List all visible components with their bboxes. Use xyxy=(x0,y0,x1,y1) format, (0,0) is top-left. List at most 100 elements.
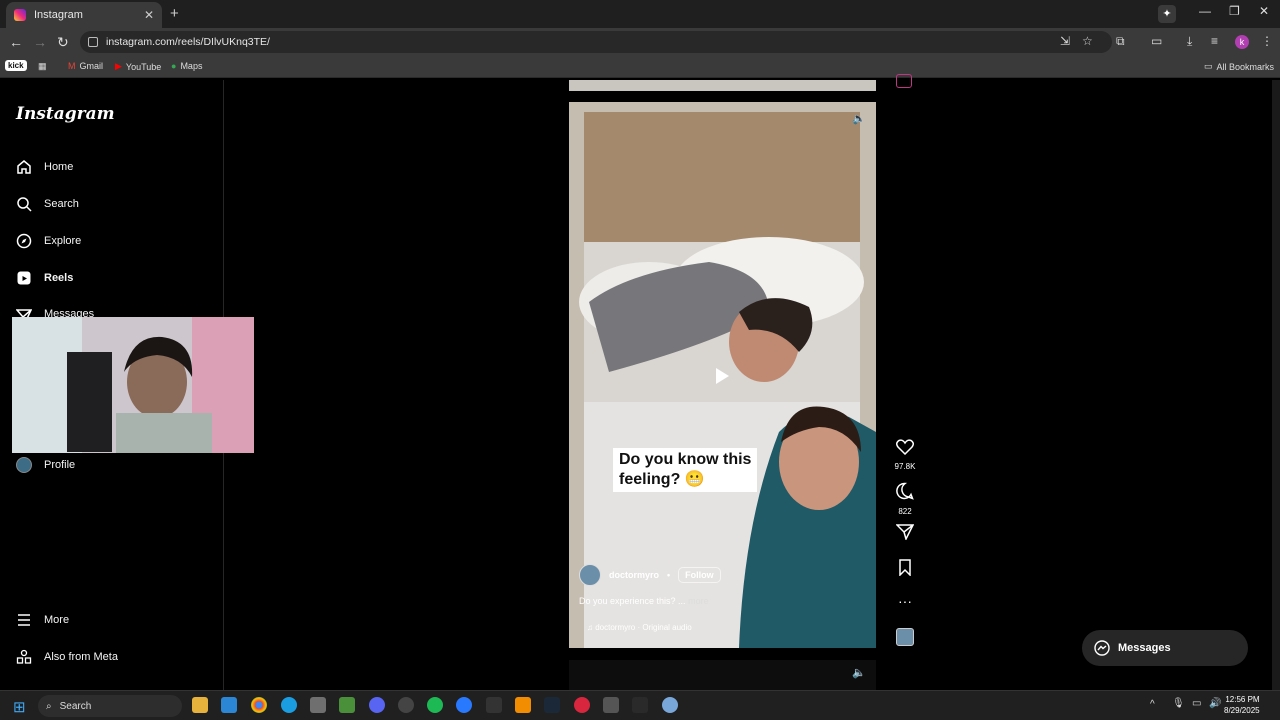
browser-tab-bar: Instagram ✕ + ✦ — ❐ ✕ xyxy=(0,0,1280,28)
audio-label: doctormyro · Original audio xyxy=(595,623,692,632)
save-button[interactable] xyxy=(893,559,917,581)
profile-avatar[interactable]: k xyxy=(1235,35,1249,49)
comment-icon xyxy=(896,482,914,500)
apps-grid-icon[interactable]: ▦ xyxy=(38,61,47,72)
address-bar[interactable]: instagram.com/reels/DIlvUKnq3TE/ xyxy=(80,31,1112,53)
install-app-icon[interactable]: ⇲ xyxy=(1060,34,1070,48)
follow-button[interactable]: Follow xyxy=(678,567,721,583)
back-icon[interactable]: ← xyxy=(9,34,23,50)
reel-video[interactable]: 🔈 Do you know this feeling? 😬 doctormyro… xyxy=(569,102,876,648)
app-icon-3[interactable] xyxy=(398,697,414,713)
sidebar-item-search[interactable]: Search xyxy=(16,196,79,212)
windows-taskbar: ⊞ ⌕ Search ^ 🎙 ▭ 🔊 12:56 PM 8/29/2025 xyxy=(0,690,1280,720)
tray-chevron-icon[interactable]: ^ xyxy=(1150,699,1155,710)
sidebar-item-also-from-meta[interactable]: Also from Meta xyxy=(16,649,118,665)
caption-line-1: Do you know this xyxy=(619,451,752,468)
steam-icon[interactable] xyxy=(544,697,560,713)
audio-thumbnail[interactable] xyxy=(893,628,917,651)
taskbar-search[interactable]: ⌕ Search xyxy=(38,695,182,717)
messages-label: Messages xyxy=(1118,642,1171,654)
display-icon[interactable]: ▭ xyxy=(1192,698,1201,709)
new-tab-icon[interactable]: + xyxy=(170,5,179,22)
epic-games-icon[interactable] xyxy=(486,697,502,713)
like-button[interactable]: 97.8K xyxy=(893,439,917,471)
minimize-icon[interactable]: — xyxy=(1199,4,1211,18)
gemini-icon[interactable]: ✦ xyxy=(1158,5,1176,23)
author-username[interactable]: doctormyro xyxy=(609,570,659,580)
system-clock[interactable]: 12:56 PM 8/29/2025 xyxy=(1224,694,1260,716)
meta-apps-icon xyxy=(16,649,32,664)
previous-audio-thumbnail[interactable] xyxy=(896,74,912,88)
webcam-overlay xyxy=(12,317,254,453)
separator-dot: • xyxy=(667,570,671,580)
bookmark-gmail[interactable]: M Gmail xyxy=(68,61,103,71)
reel-author: doctormyro • Follow xyxy=(579,564,721,586)
chrome-icon[interactable] xyxy=(251,697,267,713)
tab-title: Instagram xyxy=(34,9,83,21)
music-note-icon: ♫ xyxy=(587,623,593,632)
share-button[interactable] xyxy=(893,524,917,545)
messages-button[interactable]: Messages xyxy=(1082,630,1248,666)
folder-icon: ▭ xyxy=(1204,61,1213,71)
description-text: Do you experience this? ... xyxy=(579,596,686,606)
app-icon-2[interactable] xyxy=(339,697,355,713)
app-icon-1[interactable] xyxy=(310,697,326,713)
caption-line-2: feeling? 😬 xyxy=(619,471,705,488)
app-icon-6[interactable] xyxy=(574,697,590,713)
page-scrollbar[interactable] xyxy=(1272,80,1280,690)
mic-icon[interactable]: 🎙 xyxy=(1172,698,1185,709)
app-icon-7[interactable] xyxy=(603,697,619,713)
bookmark-icon xyxy=(899,559,911,577)
sidebar-item-more[interactable]: More xyxy=(16,612,69,628)
site-info-icon[interactable] xyxy=(88,37,98,47)
browser-menu-icon[interactable]: ⋮ xyxy=(1261,34,1273,48)
sidebar-item-reels[interactable]: Reels xyxy=(16,270,73,286)
sidebar-item-home[interactable]: Home xyxy=(16,159,73,175)
app-icon-4[interactable] xyxy=(456,697,472,713)
previous-reel-edge xyxy=(569,80,876,91)
extensions-icon[interactable]: ⧉ xyxy=(1116,34,1125,49)
more-options-button[interactable]: ··· xyxy=(893,593,917,609)
tab-search-icon[interactable]: ▭ xyxy=(1151,34,1162,48)
browser-tab[interactable]: Instagram ✕ xyxy=(6,2,162,28)
bookmark-star-icon[interactable]: ☆ xyxy=(1082,34,1093,48)
epic-icon-2[interactable] xyxy=(632,697,648,713)
edge-icon[interactable] xyxy=(281,697,297,713)
ellipsis-icon: ··· xyxy=(898,593,912,609)
bookmark-kick[interactable]: kick xyxy=(5,60,27,71)
sidebar-item-explore[interactable]: Explore xyxy=(16,233,81,249)
instagram-logo[interactable]: Instagram xyxy=(16,104,115,124)
search-icon: ⌕ xyxy=(46,700,52,712)
author-avatar[interactable] xyxy=(579,564,601,586)
reel-audio[interactable]: ♫ doctormyro · Original audio xyxy=(587,623,692,632)
forward-icon[interactable]: → xyxy=(33,34,47,50)
all-bookmarks[interactable]: ▭ All Bookmarks xyxy=(1204,61,1274,72)
media-control-icon[interactable]: ≡ xyxy=(1211,34,1218,48)
more-link[interactable]: more xyxy=(688,596,709,606)
comment-count: 822 xyxy=(898,507,912,516)
bookmark-youtube[interactable]: ▶ YouTube xyxy=(115,61,161,72)
discord-icon[interactable] xyxy=(369,697,385,713)
windows-start-icon[interactable]: ⊞ xyxy=(13,698,26,716)
restore-icon[interactable]: ❐ xyxy=(1229,4,1240,18)
next-reel-edge: 🔈 xyxy=(569,660,876,690)
store-icon[interactable] xyxy=(221,697,237,713)
bookmarks-bar: kick ▦ M Gmail ▶ YouTube ● Maps ▭ All Bookma… xyxy=(0,56,1280,78)
clock-date: 8/29/2025 xyxy=(1224,706,1260,715)
next-mute-icon[interactable]: 🔈 xyxy=(852,666,866,679)
settings-icon[interactable] xyxy=(662,697,678,713)
comment-button[interactable]: 822 xyxy=(893,482,917,516)
reload-icon[interactable]: ↻ xyxy=(57,34,69,51)
sidebar-item-profile[interactable]: Profile xyxy=(16,457,75,473)
like-count: 97.8K xyxy=(894,462,916,471)
close-tab-icon[interactable]: ✕ xyxy=(144,8,154,22)
reels-icon xyxy=(17,271,31,285)
download-icon[interactable]: ⤓ xyxy=(1187,34,1192,49)
app-icon-5[interactable] xyxy=(515,697,531,713)
volume-icon[interactable]: 🔊 xyxy=(1209,698,1221,709)
bookmark-maps[interactable]: ● Maps xyxy=(171,61,202,71)
file-explorer-icon[interactable] xyxy=(192,697,208,713)
close-window-icon[interactable]: ✕ xyxy=(1259,4,1269,18)
mute-icon[interactable]: 🔈 xyxy=(852,112,866,125)
spotify-icon[interactable] xyxy=(427,697,443,713)
